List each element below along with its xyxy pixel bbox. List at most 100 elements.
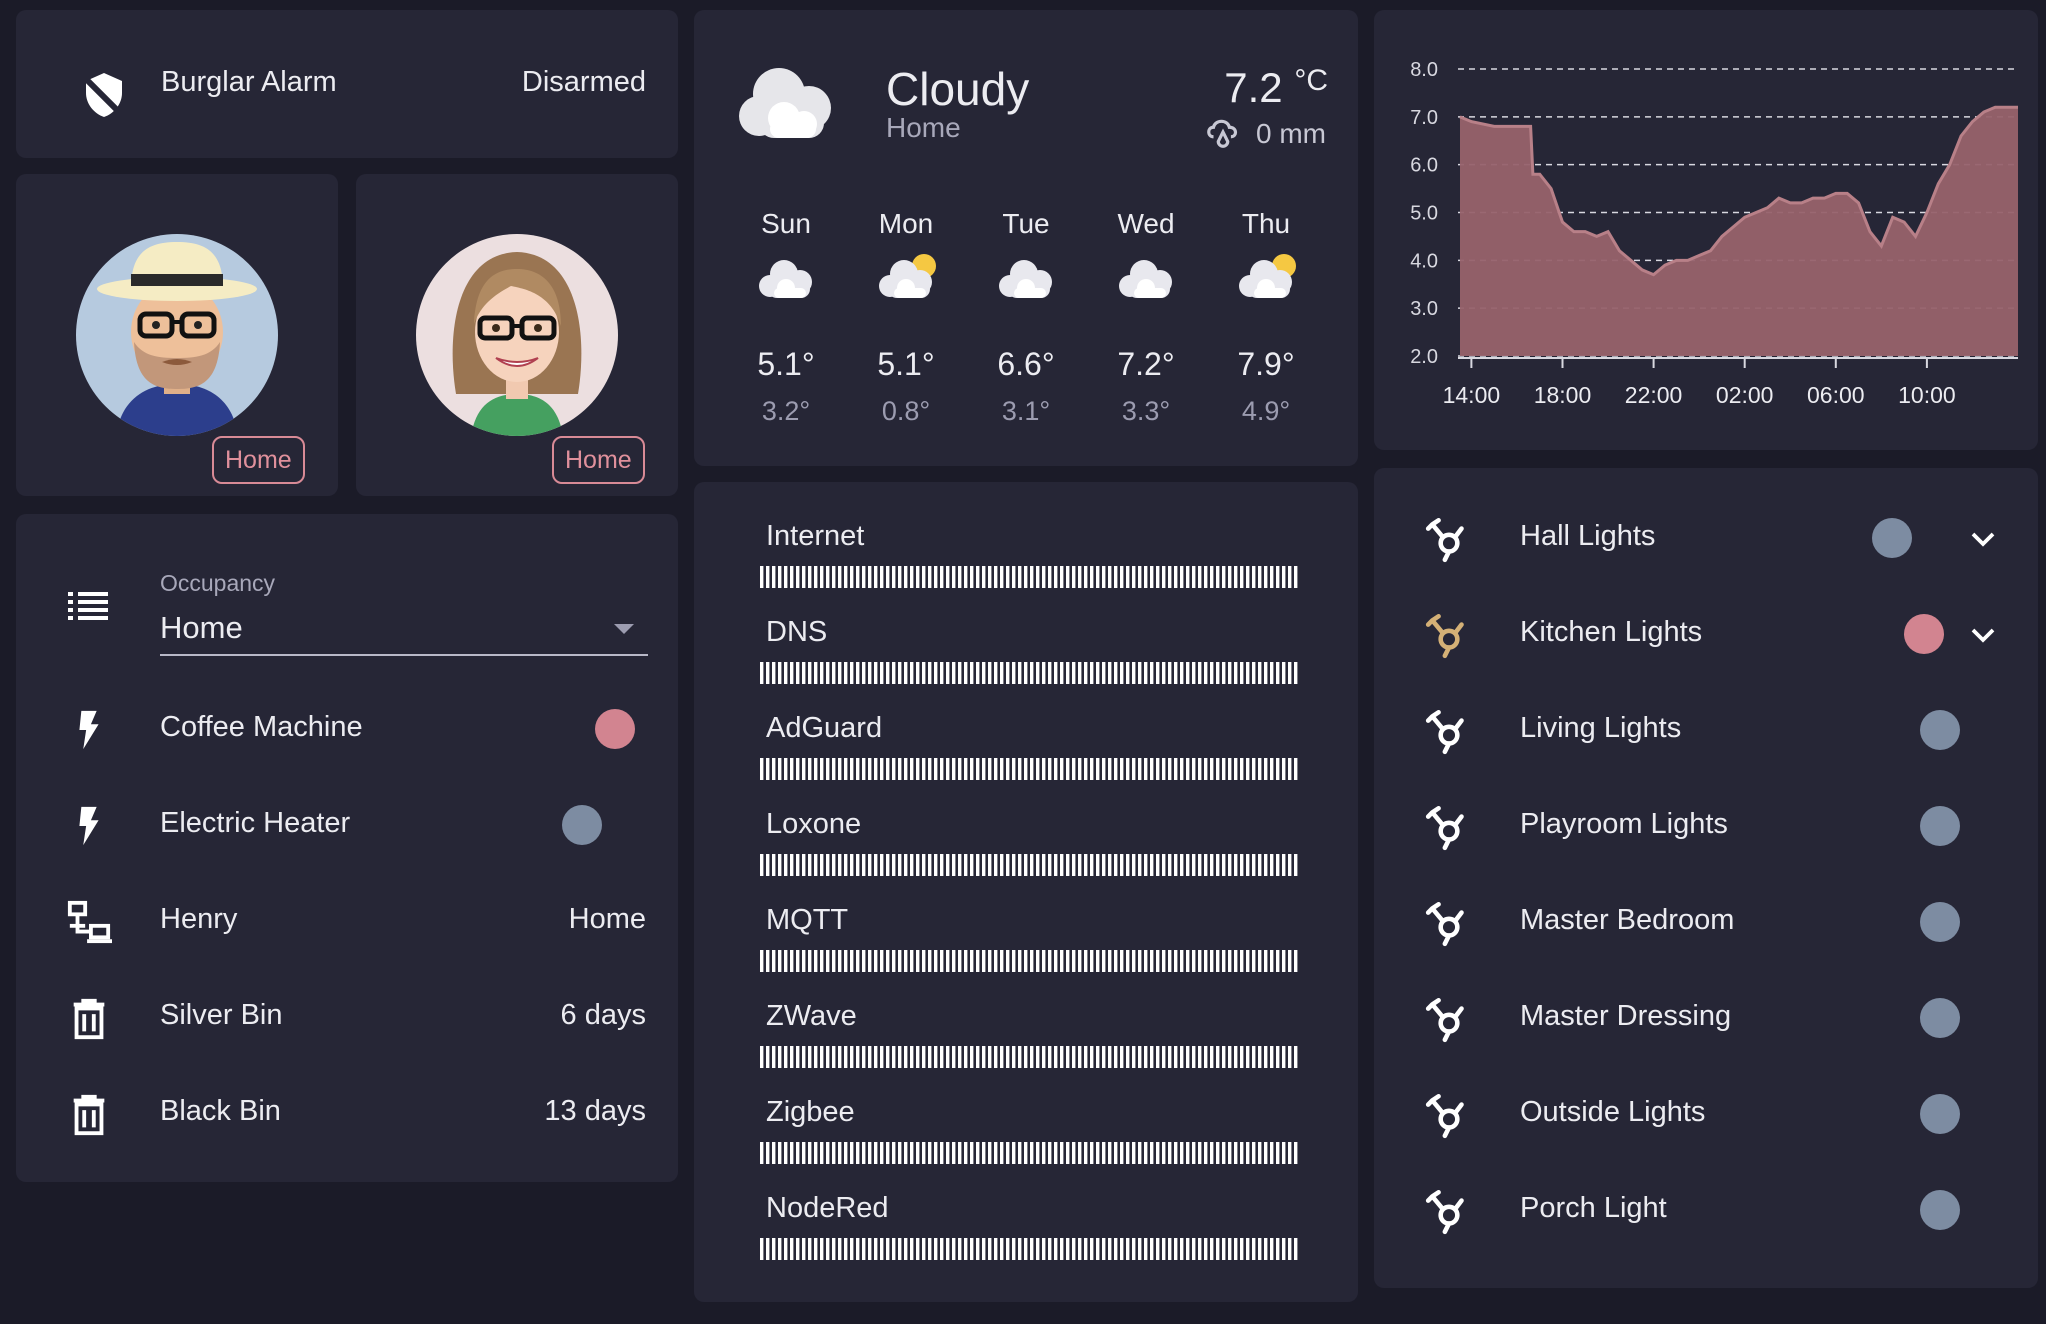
entity-row-silver-bin[interactable]: Silver Bin 6 days (16, 969, 678, 1065)
uptime-bar (1264, 662, 1268, 684)
uptime-bar (802, 566, 806, 588)
entity-row-electric-heater[interactable]: Electric Heater (16, 777, 678, 873)
uptime-bar (808, 950, 812, 972)
alarm-card[interactable]: Burglar Alarm Disarmed (16, 10, 678, 158)
toggle-switch[interactable] (1872, 518, 1912, 558)
light-row-hall[interactable]: Hall Lights (1374, 490, 2038, 586)
uptime-bar (940, 758, 944, 780)
uptime-bar (1156, 1142, 1160, 1164)
uptime-bar (1162, 758, 1166, 780)
y-tick-label: 4.0 (1410, 250, 1438, 272)
toggle-switch[interactable] (1920, 806, 1960, 846)
uptime-bar (1078, 1142, 1082, 1164)
uptime-bar (1138, 1238, 1142, 1260)
uptime-bar (1216, 854, 1220, 876)
uptime-bar (1090, 1046, 1094, 1068)
uptime-bar (1144, 854, 1148, 876)
uptime-bar (958, 566, 962, 588)
uptime-bar (1276, 1238, 1280, 1260)
toggle-switch[interactable] (1904, 614, 1944, 654)
uptime-bar (1162, 1238, 1166, 1260)
light-row-master-dressing[interactable]: Master Dressing (1374, 970, 2038, 1066)
uptime-bar (850, 1046, 854, 1068)
uptime-bar (1126, 950, 1130, 972)
toggle-switch[interactable] (1920, 710, 1960, 750)
uptime-bar (862, 566, 866, 588)
uptime-bar (892, 758, 896, 780)
occupancy-select[interactable]: Home (160, 602, 648, 656)
toggle-switch[interactable] (1920, 1094, 1960, 1134)
x-tick-label: 22:00 (1625, 382, 1683, 408)
uptime-bar (1150, 1238, 1154, 1260)
toggle-switch[interactable] (562, 805, 602, 845)
uptime-bar (1012, 758, 1016, 780)
uptime-bar (1150, 1142, 1154, 1164)
uptime-bar (1180, 662, 1184, 684)
uptime-bar (1132, 1238, 1136, 1260)
light-row-master-bedroom[interactable]: Master Bedroom (1374, 874, 2038, 970)
uptime-bar (772, 566, 776, 588)
uptime-bar (1030, 566, 1034, 588)
uptime-bar (1126, 1046, 1130, 1068)
entity-row-coffee-machine[interactable]: Coffee Machine (16, 681, 678, 777)
uptime-bar (1282, 1238, 1286, 1260)
history-graph-card[interactable]: 8.0 7.0 6.0 5.0 4.0 3.0 2.0 14:00 18:00 22:00 02:0… (1374, 10, 2038, 450)
uptime-bar (904, 1046, 908, 1068)
uptime-bar (1240, 1142, 1244, 1164)
uptime-bar (766, 1142, 770, 1164)
uptime-bar (1054, 1046, 1058, 1068)
toggle-switch[interactable] (1920, 902, 1960, 942)
toggle-switch[interactable] (595, 709, 635, 749)
uptime-bar (964, 854, 968, 876)
uptime-bar (1006, 662, 1010, 684)
uptime-bar (1216, 758, 1220, 780)
uptime-bar (946, 1046, 950, 1068)
uptime-bar (1102, 1142, 1106, 1164)
occupancy-label: Occupancy (160, 570, 276, 596)
uptime-bar (760, 854, 764, 876)
uptime-bar (832, 1142, 836, 1164)
uptime-bar (1174, 1238, 1178, 1260)
uptime-bar (802, 1238, 806, 1260)
uptime-bar (928, 1238, 932, 1260)
light-label: Hall Lights (1520, 520, 1656, 552)
avatar (76, 234, 278, 436)
uptime-bar (1222, 1046, 1226, 1068)
uptime-bar (766, 854, 770, 876)
entity-row-black-bin[interactable]: Black Bin 13 days (16, 1065, 678, 1161)
uptime-bar (922, 1046, 926, 1068)
weather-card[interactable]: Cloudy Home 7.2 °C 0 mm Sun 5.1° 3.2° Mo… (694, 10, 1358, 466)
uptime-bar (1132, 1046, 1136, 1068)
person-card-2[interactable]: Home (356, 174, 678, 496)
uptime-bar (1078, 1238, 1082, 1260)
uptime-bar (1018, 854, 1022, 876)
uptime-bar (856, 1238, 860, 1260)
uptime-bar (1090, 1142, 1094, 1164)
uptime-bar (1120, 854, 1124, 876)
person-card-1[interactable]: Home (16, 174, 338, 496)
toggle-switch[interactable] (1920, 1190, 1960, 1230)
light-row-living[interactable]: Living Lights (1374, 682, 2038, 778)
uptime-bar (994, 662, 998, 684)
light-row-outside[interactable]: Outside Lights (1374, 1066, 2038, 1162)
chevron-down-icon[interactable] (1968, 524, 1998, 554)
chevron-down-icon[interactable] (1968, 620, 1998, 650)
uptime-bar (862, 1238, 866, 1260)
entity-row-henry[interactable]: Henry Home (16, 873, 678, 969)
uptime-bar (898, 1142, 902, 1164)
light-row-porch[interactable]: Porch Light (1374, 1162, 2038, 1258)
light-row-playroom[interactable]: Playroom Lights (1374, 778, 2038, 874)
uptime-bar (1252, 1046, 1256, 1068)
uptime-bar (1036, 1046, 1040, 1068)
forecast-low: 0.8° (881, 396, 931, 426)
uptime-bar (940, 662, 944, 684)
uptime-bar (1228, 1046, 1232, 1068)
uptime-bar (1066, 758, 1070, 780)
uptime-bar (1204, 1046, 1208, 1068)
toggle-switch[interactable] (1920, 998, 1960, 1038)
uptime-bar (1264, 854, 1268, 876)
light-row-kitchen[interactable]: Kitchen Lights (1374, 586, 2038, 682)
uptime-bar (1114, 950, 1118, 972)
uptime-bar (1006, 1238, 1010, 1260)
uptime-bar (766, 1238, 770, 1260)
